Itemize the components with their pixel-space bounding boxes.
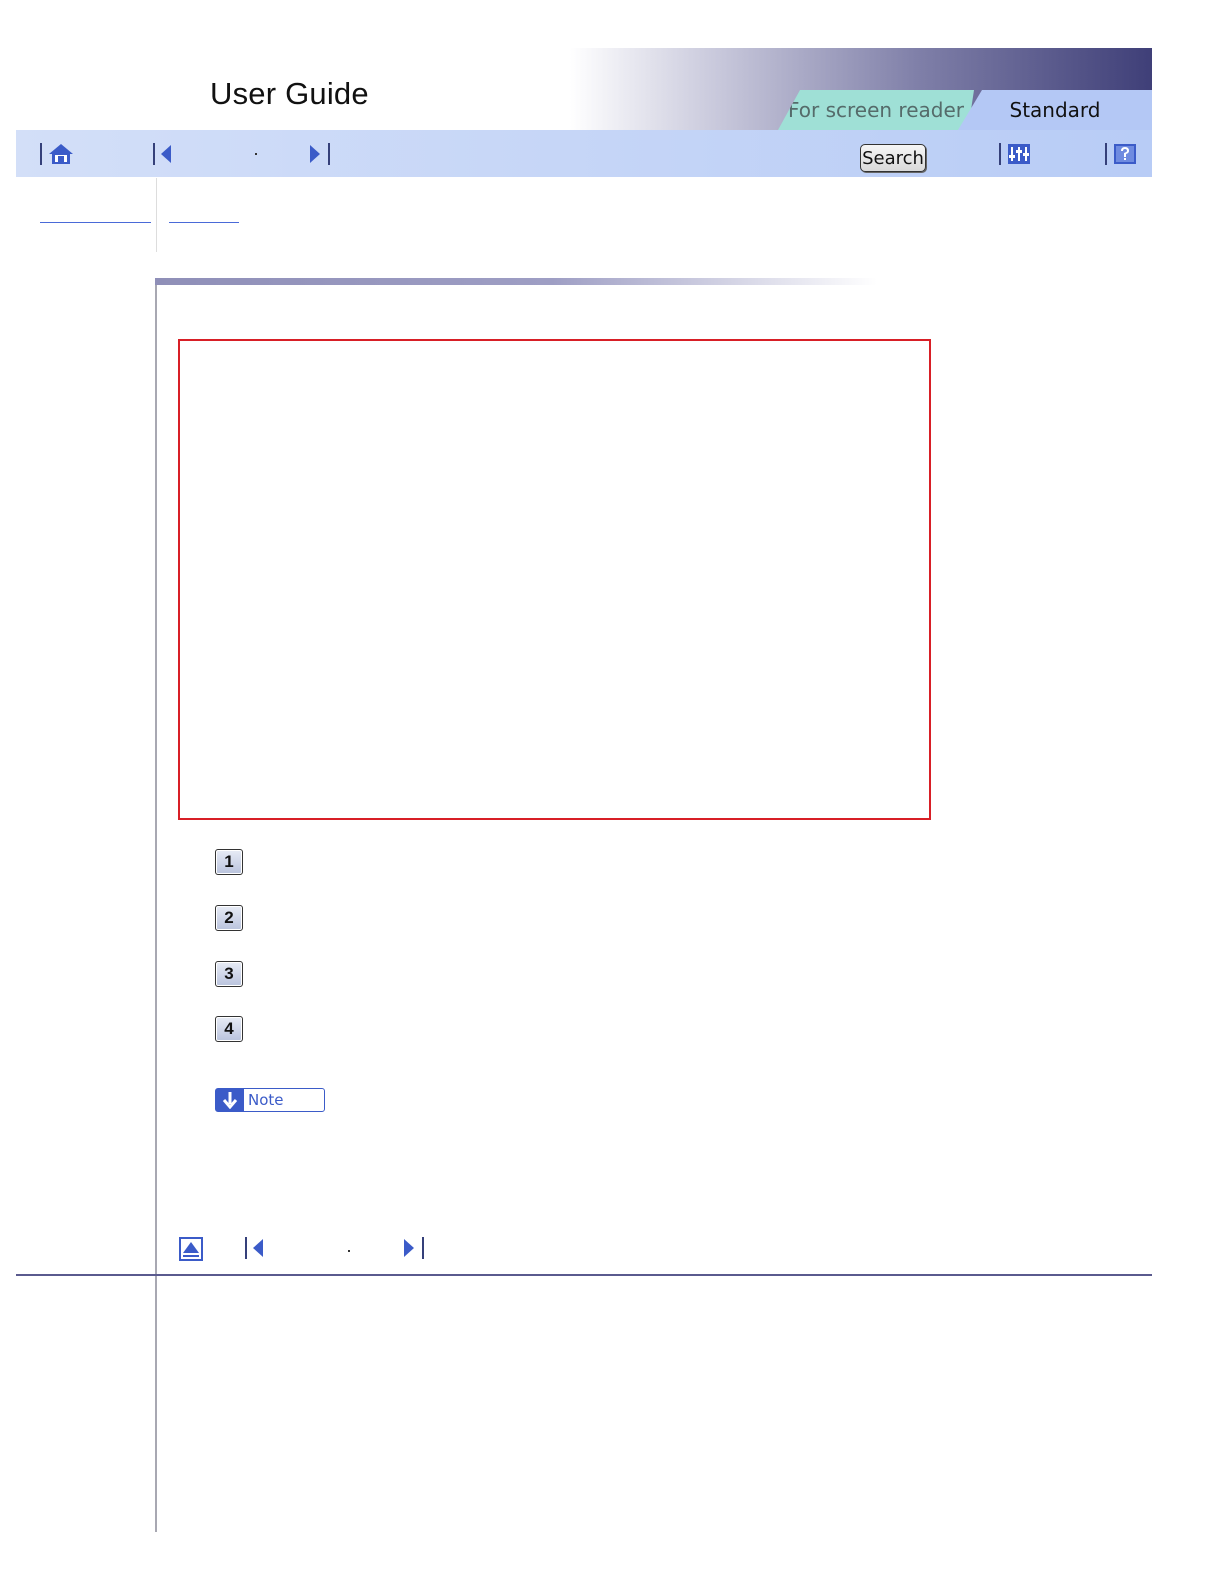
app-title: User Guide xyxy=(210,76,369,111)
settings-button[interactable] xyxy=(999,142,1031,166)
breadcrumb-link-2[interactable] xyxy=(169,222,239,223)
separator xyxy=(999,143,1001,165)
page-title-bar xyxy=(155,278,877,285)
callout-2: 2 xyxy=(215,905,243,931)
separator xyxy=(40,143,42,165)
callout-3: 3 xyxy=(215,961,243,987)
up-arrow-icon xyxy=(179,1237,203,1261)
header-banner: User Guide For screen reader Standard xyxy=(0,48,1152,130)
help-icon xyxy=(1114,144,1136,164)
separator xyxy=(245,1237,247,1259)
next-icon xyxy=(310,145,320,163)
search-button[interactable]: Search xyxy=(860,144,926,172)
breadcrumb-divider xyxy=(156,178,157,252)
next-button[interactable] xyxy=(308,142,330,166)
callout-4: 4 xyxy=(215,1016,243,1042)
note-text: Note xyxy=(248,1091,284,1109)
figure-frame xyxy=(178,339,931,820)
nav-dot xyxy=(348,1250,350,1252)
previous-icon xyxy=(253,1239,264,1257)
tab-standard[interactable]: Standard xyxy=(958,90,1152,130)
down-arrow-icon xyxy=(216,1089,244,1111)
separator xyxy=(1105,143,1107,165)
back-to-top-button[interactable] xyxy=(179,1237,203,1261)
bottom-next-button[interactable] xyxy=(402,1237,425,1261)
footer-rule xyxy=(16,1274,1152,1276)
next-icon xyxy=(404,1239,414,1257)
separator xyxy=(153,143,155,165)
separator xyxy=(422,1237,425,1259)
settings-icon xyxy=(1008,144,1030,164)
toolbar: Search xyxy=(16,130,1152,177)
previous-icon xyxy=(161,145,171,163)
note-label: Note xyxy=(215,1088,325,1112)
previous-button[interactable] xyxy=(153,142,175,166)
content-left-rule xyxy=(155,278,157,1532)
home-icon xyxy=(49,144,73,164)
help-button[interactable] xyxy=(1105,142,1137,166)
nav-dot xyxy=(255,153,257,155)
breadcrumb-link-1[interactable] xyxy=(40,222,151,223)
callout-1: 1 xyxy=(215,849,243,875)
separator xyxy=(328,143,330,165)
home-button[interactable] xyxy=(40,142,74,166)
bottom-previous-button[interactable] xyxy=(245,1237,267,1261)
tab-for-screen-reader[interactable]: For screen reader xyxy=(778,90,974,130)
